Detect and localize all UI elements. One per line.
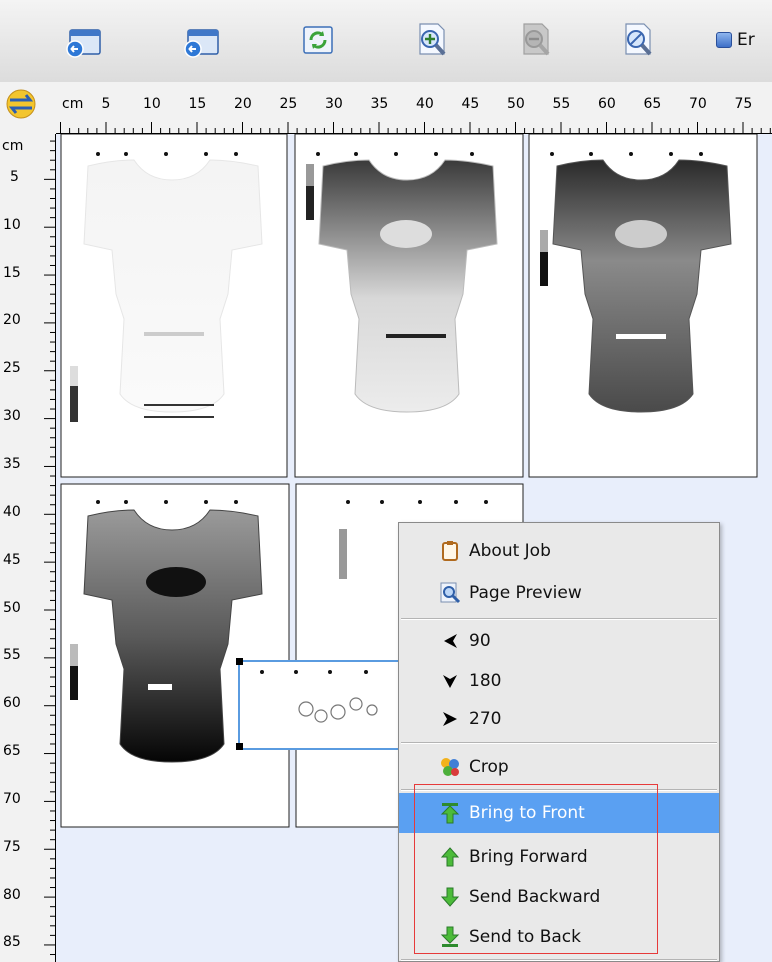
swap-units-icon [6,89,36,119]
page-thumbnail[interactable] [60,134,288,478]
magnifier-icon [439,582,461,604]
menu-item-label: Send Backward [469,887,601,907]
horizontal-ruler-label: 50 [507,96,525,112]
vertical-ruler-label: 40 [3,503,21,520]
horizontal-ruler-label: 45 [461,96,480,112]
vertical-ruler: cm 5 10 15 20 25 30 35 40 45 50 55 60 65 70 75 80 85 [0,134,56,962]
horizontal-ruler-label: 70 [689,96,707,112]
menu-separator [401,959,717,961]
menu-item-label: Send to Back [469,927,581,947]
page-thumbnail[interactable] [294,134,524,478]
vertical-ruler-label: 80 [3,886,21,903]
menu-separator [401,789,717,791]
menu-item-label: Bring to Front [469,803,585,823]
menu-item-page-preview[interactable]: Page Preview [399,573,719,613]
horizontal-ruler-label: 40 [416,96,434,112]
horizontal-ruler-label: 65 [643,96,662,112]
zoom-fit-button[interactable] [616,18,660,62]
menu-item-bring-to-front[interactable]: Bring to Front [399,793,719,833]
menu-item-rotate-180[interactable]: 180 [399,661,719,701]
vertical-ruler-label: 85 [3,934,21,951]
menu-item-label: Crop [469,757,509,777]
horizontal-ruler-label: 55 [552,96,571,112]
ruler-corner[interactable] [0,82,56,134]
horizontal-ruler-ticks [56,122,772,134]
vertical-ruler-label: 25 [3,360,21,377]
vertical-ruler-label: 20 [3,312,21,329]
vertical-ruler-label: 75 [3,838,21,855]
zoom-in-button[interactable] [410,18,454,62]
checkbox-icon [716,32,732,48]
menu-item-label: Page Preview [469,583,582,603]
menu-item-rotate-270[interactable]: 270 [399,699,719,739]
zoom-out-icon [523,23,550,56]
send-to-back-icon [439,926,461,948]
horizontal-ruler-label: 10 [143,96,161,112]
page-thumbnail[interactable] [60,483,290,828]
vertical-ruler-label: 15 [3,264,21,281]
zoom-fit-icon [625,23,652,56]
open-job-alt-button[interactable] [180,18,224,62]
menu-item-send-backward[interactable]: Send Backward [399,877,719,917]
horizontal-ruler-label: 75 [734,96,753,112]
window-back-icon [184,29,219,58]
vertical-ruler-label: 35 [3,455,21,472]
vertical-ruler-label: 70 [3,790,21,807]
horizontal-ruler-label: 30 [325,96,343,112]
vertical-ruler-label: 5 [10,168,19,185]
menu-item-label: Bring Forward [469,847,588,867]
menu-item-bring-forward[interactable]: Bring Forward [399,837,719,877]
crop-icon [439,756,461,778]
vertical-ruler-label: 60 [3,695,21,712]
menu-item-label: 270 [469,709,502,729]
menu-item-rotate-90[interactable]: 90 [399,621,719,661]
page-thumbnail[interactable] [528,134,758,478]
vertical-ruler-label: 55 [3,647,21,664]
arrow-right-icon [439,708,461,730]
menu-item-about-job[interactable]: About Job [399,531,719,571]
open-job-button[interactable] [62,18,106,62]
menu-separator [401,742,717,744]
menu-item-label: 90 [469,631,491,651]
arrow-left-icon [439,630,461,652]
enable-checkbox[interactable]: Er [716,30,755,50]
menu-item-crop[interactable]: Crop [399,747,719,787]
horizontal-ruler-label: 60 [598,96,616,112]
menu-item-label: 180 [469,671,502,691]
refresh-icon [303,26,333,54]
vertical-ruler-label: 10 [3,216,21,233]
vertical-ruler-label: 65 [3,743,21,760]
vertical-ruler-label: 45 [3,551,21,568]
refresh-button[interactable] [296,18,340,62]
horizontal-ruler-unit: cm [62,96,84,112]
horizontal-ruler-label: 25 [279,96,298,112]
vertical-ruler-label: 50 [3,599,21,616]
enable-checkbox-label: Er [737,30,755,50]
menu-item-send-to-back[interactable]: Send to Back [399,917,719,957]
arrow-down-green-icon [439,886,461,908]
vertical-ruler-unit: cm [2,138,24,154]
clipboard-icon [439,540,461,562]
zoom-out-button[interactable] [514,18,558,62]
horizontal-ruler-label: 20 [234,96,252,112]
horizontal-ruler-label: 15 [188,96,207,112]
vertical-ruler-label: 30 [3,408,21,425]
menu-item-label: About Job [469,541,551,561]
horizontal-ruler-label: 35 [370,96,389,112]
arrow-down-icon [439,670,461,692]
horizontal-ruler-label: 5 [101,96,111,112]
arrow-up-green-icon [439,846,461,868]
toolbar: Er [0,0,772,83]
window-back-icon [66,29,101,58]
horizontal-ruler: cm 5 10 15 20 25 30 35 40 45 50 55 60 65 70 75 [56,82,772,134]
menu-separator [401,618,717,620]
zoom-in-icon [419,23,446,56]
bring-to-front-icon [439,802,461,824]
context-menu: About Job Page Preview 90 180 270 Crop B… [398,522,720,962]
